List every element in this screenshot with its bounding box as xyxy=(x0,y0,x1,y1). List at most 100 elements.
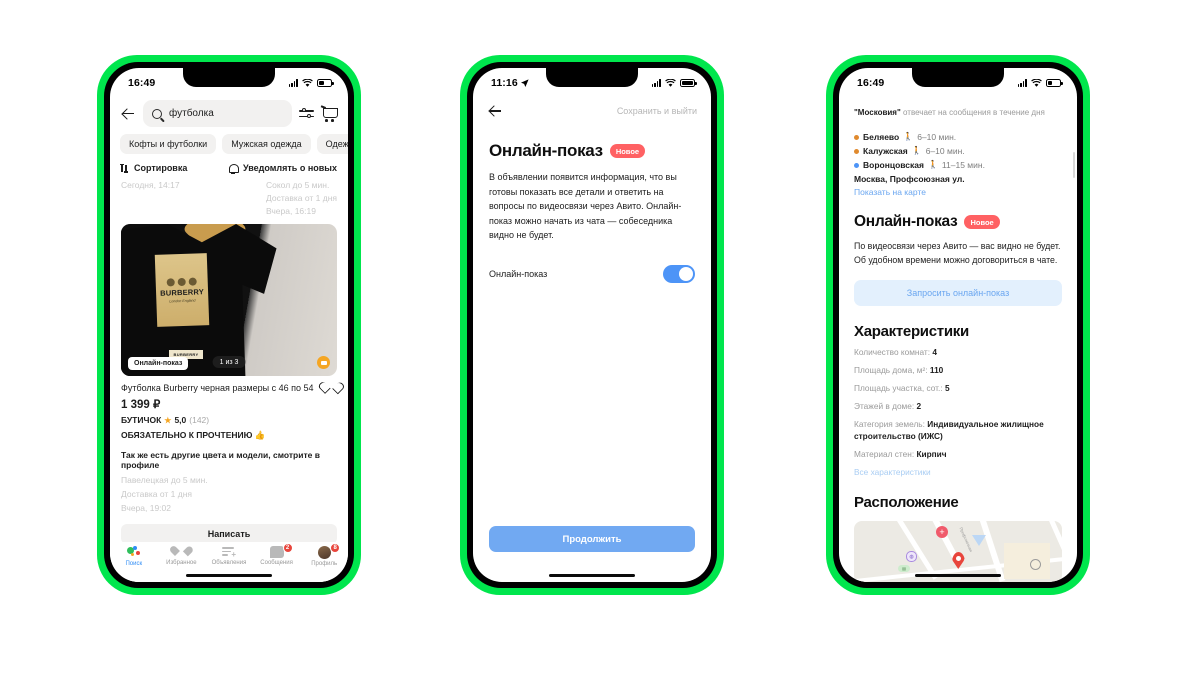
category-chips: Кофты и футболки Мужская одежда Одежда, … xyxy=(110,134,348,154)
spec-row-4: Категория земель: Индивидуальное жилищно… xyxy=(839,412,1077,442)
prev-date: Сегодня, 14:17 xyxy=(121,180,180,190)
scrollbar-thumb[interactable] xyxy=(1072,152,1075,178)
metro-time: 6–10 мин. xyxy=(917,132,957,142)
listing-description: Так же есть другие цвета и модели, смотр… xyxy=(121,450,320,470)
cart-icon[interactable] xyxy=(321,106,338,122)
tab-profile[interactable]: 8 Профиль xyxy=(301,543,347,567)
section-title-online-show: Онлайн-показ xyxy=(854,213,958,230)
spec-label: Площадь участка, сот.: xyxy=(854,383,943,393)
new-badge: Новое xyxy=(609,144,646,158)
spec-value: Кирпич xyxy=(916,449,947,459)
online-show-toggle[interactable] xyxy=(663,264,695,283)
cellular-signal-icon xyxy=(288,79,298,87)
screenshot-root: 16:49 футболка Кофты и футболки Мужская … xyxy=(0,0,1200,675)
home-indicator xyxy=(549,573,635,577)
status-icons-2 xyxy=(651,78,697,88)
phone3-content: "Московия" отвечает на сообщения в течен… xyxy=(839,94,1077,582)
message-icon xyxy=(269,546,284,558)
spec-row-1: Площадь дома, м²: 110 xyxy=(839,358,1077,376)
spec-row-5: Материал стен: Кирпич xyxy=(839,442,1077,460)
status-time-2: 11:16 xyxy=(491,77,529,89)
save-and-exit-button[interactable]: Сохранить и выйти xyxy=(617,106,697,116)
listing-photo[interactable]: BURBERRY London England BURBERRY Онлайн-… xyxy=(121,224,337,376)
spec-label: Материал стен: xyxy=(854,449,915,459)
phone-bezel-3: 16:49 "Московия" отвечает на сообщения в… xyxy=(833,62,1083,588)
chip-2[interactable]: Одежда, обувь, xyxy=(316,134,348,154)
phone-screen-2: 11:16 Сохранить и выйти Онлайн-показ Нов… xyxy=(473,68,711,582)
heart-icon xyxy=(175,546,188,558)
listing-price: 1 399 ₽ xyxy=(121,399,161,411)
new-badge: Новое xyxy=(964,215,1000,229)
seller-name-quoted: "Московия" xyxy=(854,108,901,117)
seller-reviews: (142) xyxy=(189,415,210,425)
prev-meta-1: Доставка от 1 дня xyxy=(265,193,337,203)
wifi-icon xyxy=(1031,78,1042,87)
listing-meta: Павелецкая до 5 мин. Доставка от 1 дня В… xyxy=(110,470,348,515)
home-indicator xyxy=(915,573,1001,577)
screen2-header: Сохранить и выйти xyxy=(473,94,711,119)
status-time-text: 11:16 xyxy=(491,77,518,89)
avatar-icon xyxy=(317,546,331,559)
show-on-map-link[interactable]: Показать на карте xyxy=(839,184,1077,197)
sort-button[interactable]: Сортировка xyxy=(120,163,188,173)
metro-name: Калужская xyxy=(863,146,908,156)
walk-icon: 🚶 xyxy=(903,132,914,141)
back-arrow-icon[interactable] xyxy=(120,106,136,122)
phone-mockup-1: 16:49 футболка Кофты и футболки Мужская … xyxy=(97,55,361,595)
shop-icon: ◍ xyxy=(906,551,917,562)
battery-icon xyxy=(317,79,334,87)
notify-button[interactable]: Уведомлять о новых xyxy=(228,163,337,174)
tab-profile-label: Профиль xyxy=(311,561,338,567)
heart-icon[interactable] xyxy=(324,382,337,394)
filters-icon[interactable] xyxy=(299,108,314,120)
profile-badge: 8 xyxy=(330,543,341,553)
request-online-show-button[interactable]: Запросить онлайн-показ xyxy=(854,280,1062,306)
tab-messages-label: Сообщения xyxy=(260,560,293,566)
chip-0[interactable]: Кофты и футболки xyxy=(120,134,217,154)
status-bar-3: 16:49 xyxy=(839,68,1077,94)
phone-screen-1: 16:49 футболка Кофты и футболки Мужская … xyxy=(110,68,348,582)
status-time: 16:49 xyxy=(128,77,156,89)
seller-row: БУТИЧОК ★ 5,0 (142) xyxy=(110,411,348,425)
spec-row-0: Количество комнат: 4 xyxy=(839,340,1077,358)
seller-rating: 5,0 xyxy=(174,415,187,425)
walk-icon: 🚶 xyxy=(927,160,938,169)
cellular-signal-icon xyxy=(1017,79,1027,87)
status-bar-1: 16:49 xyxy=(110,68,348,94)
sort-label: Сортировка xyxy=(134,163,188,173)
spec-label: Площадь дома, м²: xyxy=(854,365,928,375)
previous-listing-tail: Сегодня, 14:17 Сокол до 5 мин. Доставка … xyxy=(110,177,348,224)
page-title: Онлайн-показ xyxy=(489,141,603,160)
map-block xyxy=(1004,543,1050,579)
toggle-label: Онлайн-показ xyxy=(489,268,548,279)
battery-icon xyxy=(1046,79,1063,87)
tab-messages[interactable]: 2 Сообщения xyxy=(254,543,300,566)
all-specs-link[interactable]: Все характеристики xyxy=(839,460,1077,477)
back-arrow-icon[interactable] xyxy=(487,103,503,119)
phone2-content: Сохранить и выйти Онлайн-показ Новое В о… xyxy=(473,94,711,582)
tab-favorites[interactable]: Избранное xyxy=(158,546,204,566)
cellular-signal-icon xyxy=(651,79,661,87)
tab-search[interactable]: Поиск xyxy=(111,546,157,567)
brand-name: BURBERRY xyxy=(159,287,204,298)
search-dots-icon xyxy=(126,546,141,559)
phone1-content: футболка Кофты и футболки Мужская одежда… xyxy=(110,94,348,582)
phone-mockup-2: 11:16 Сохранить и выйти Онлайн-показ Нов… xyxy=(460,55,724,595)
spec-value: 2 xyxy=(916,401,922,411)
continue-button[interactable]: Продолжить xyxy=(489,526,695,552)
location-heading: Расположение xyxy=(854,494,959,511)
sort-icon xyxy=(120,163,130,173)
listing-meta-0: Павелецкая до 5 мин. xyxy=(121,475,208,485)
tab-ads[interactable]: + Объявления xyxy=(206,546,252,566)
metro-line-dot xyxy=(854,148,859,154)
green-poi-icon: ▤ xyxy=(898,565,910,572)
search-icon xyxy=(152,108,162,119)
seller-note-rest: отвечает на сообщения в течение дня xyxy=(900,108,1045,117)
list-toolbar: Сортировка Уведомлять о новых xyxy=(110,154,348,177)
write-message-button[interactable]: Написать xyxy=(121,524,337,544)
chip-1[interactable]: Мужская одежда xyxy=(222,134,311,154)
spec-label: Количество комнат: xyxy=(854,347,931,357)
search-input[interactable]: футболка xyxy=(143,100,292,127)
map-park xyxy=(972,535,986,546)
video-badge-icon xyxy=(317,356,330,369)
